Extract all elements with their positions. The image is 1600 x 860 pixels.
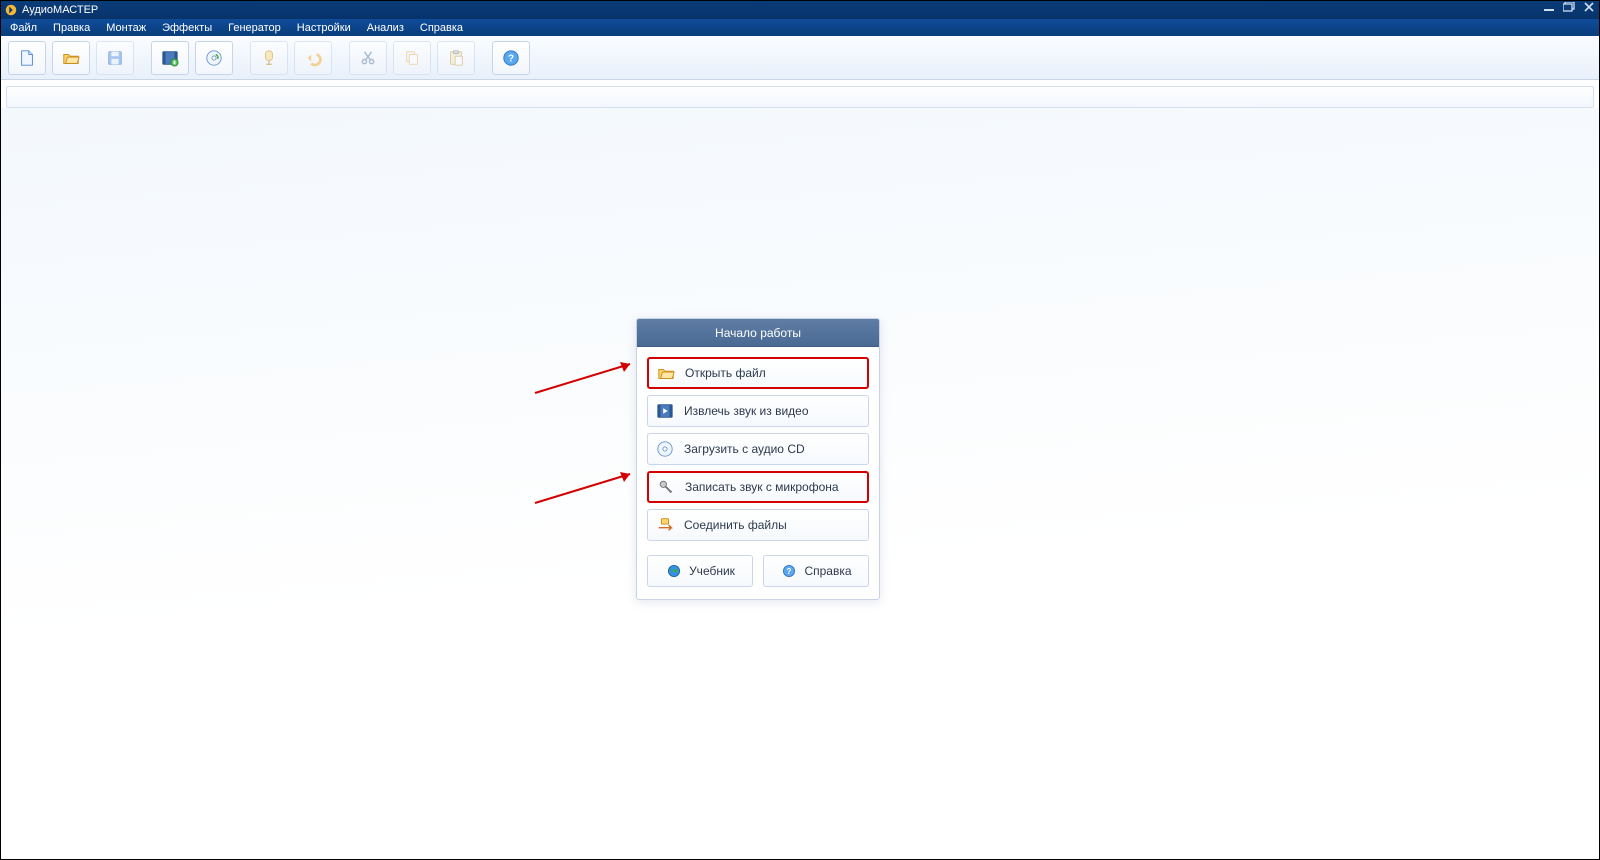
annotation-arrow-1: [530, 358, 650, 398]
start-panel-body: Открыть файл Извлечь звук из видео Загру…: [637, 347, 879, 599]
video-icon: [656, 402, 674, 420]
menu-analysis[interactable]: Анализ: [359, 21, 412, 35]
extract-audio-from-video-button[interactable]: Извлечь звук из видео: [647, 395, 869, 427]
cd-icon: [205, 49, 223, 67]
app-icon: [4, 3, 18, 17]
close-button[interactable]: [1582, 1, 1596, 13]
record-from-mic-button[interactable]: Записать звук с микрофона: [647, 471, 869, 503]
toolbar-load-cd-button[interactable]: [195, 41, 233, 75]
help-button[interactable]: ? Справка: [763, 555, 869, 587]
toolbar-separator: [483, 43, 484, 73]
toolbar-new-button[interactable]: [8, 41, 46, 75]
globe-icon: [665, 562, 683, 580]
toolbar-separator: [241, 43, 242, 73]
toolbar-separator: [142, 43, 143, 73]
open-file-label: Открыть файл: [685, 366, 766, 380]
microphone-icon: [657, 478, 675, 496]
toolbar-open-button[interactable]: [52, 41, 90, 75]
video-icon: [161, 49, 179, 67]
menu-bar: Файл Правка Монтаж Эффекты Генератор Нас…: [0, 19, 1600, 36]
folder-open-icon: [657, 364, 675, 382]
help-icon: ?: [780, 562, 798, 580]
toolbar-save-button[interactable]: [96, 41, 134, 75]
mic-icon: [260, 49, 278, 67]
menu-effects[interactable]: Эффекты: [154, 21, 220, 35]
toolbar-cut-button[interactable]: [349, 41, 387, 75]
toolbar-help-button[interactable]: ?: [492, 41, 530, 75]
load-from-cd-button[interactable]: Загрузить с аудио CD: [647, 433, 869, 465]
save-icon: [106, 49, 124, 67]
menu-montage[interactable]: Монтаж: [98, 21, 154, 35]
toolbar-paste-button[interactable]: [437, 41, 475, 75]
join-files-button[interactable]: Соединить файлы: [647, 509, 869, 541]
app-title: АудиоМАСТЕР: [22, 4, 98, 16]
start-panel-title: Начало работы: [637, 319, 879, 347]
toolbar-copy-button[interactable]: [393, 41, 431, 75]
tutorial-button[interactable]: Учебник: [647, 555, 753, 587]
annotation-arrow-2: [530, 468, 650, 508]
toolbar: ?: [0, 36, 1600, 80]
toolbar-undo-button[interactable]: [294, 41, 332, 75]
scissors-icon: [359, 49, 377, 67]
toolbar-separator: [340, 43, 341, 73]
help-icon: ?: [502, 49, 520, 67]
new-file-icon: [18, 49, 36, 67]
undo-icon: [304, 49, 322, 67]
workspace: Начало работы Открыть файл Извлечь звук …: [0, 108, 1600, 860]
join-files-label: Соединить файлы: [684, 518, 787, 532]
tutorial-label: Учебник: [689, 564, 735, 578]
load-cd-label: Загрузить с аудио CD: [684, 442, 805, 456]
record-mic-label: Записать звук с микрофона: [685, 480, 839, 494]
join-icon: [656, 516, 674, 534]
svg-text:?: ?: [508, 53, 514, 64]
menu-settings[interactable]: Настройки: [289, 21, 359, 35]
title-bar: АудиоМАСТЕР: [0, 0, 1600, 19]
folder-open-icon: [62, 49, 80, 67]
toolbar-record-button[interactable]: [250, 41, 288, 75]
restore-button[interactable]: [1562, 1, 1576, 13]
menu-generator[interactable]: Генератор: [220, 21, 289, 35]
extract-audio-label: Извлечь звук из видео: [684, 404, 809, 418]
minimize-button[interactable]: [1542, 1, 1556, 13]
cd-icon: [656, 440, 674, 458]
svg-text:?: ?: [787, 567, 792, 576]
paste-icon: [447, 49, 465, 67]
help-label: Справка: [804, 564, 851, 578]
copy-icon: [403, 49, 421, 67]
menu-file[interactable]: Файл: [2, 21, 45, 35]
start-panel: Начало работы Открыть файл Извлечь звук …: [636, 318, 880, 600]
open-file-button[interactable]: Открыть файл: [647, 357, 869, 389]
toolbar-extract-video-button[interactable]: [151, 41, 189, 75]
menu-edit[interactable]: Правка: [45, 21, 98, 35]
menu-help[interactable]: Справка: [412, 21, 471, 35]
info-bar: [6, 86, 1594, 108]
